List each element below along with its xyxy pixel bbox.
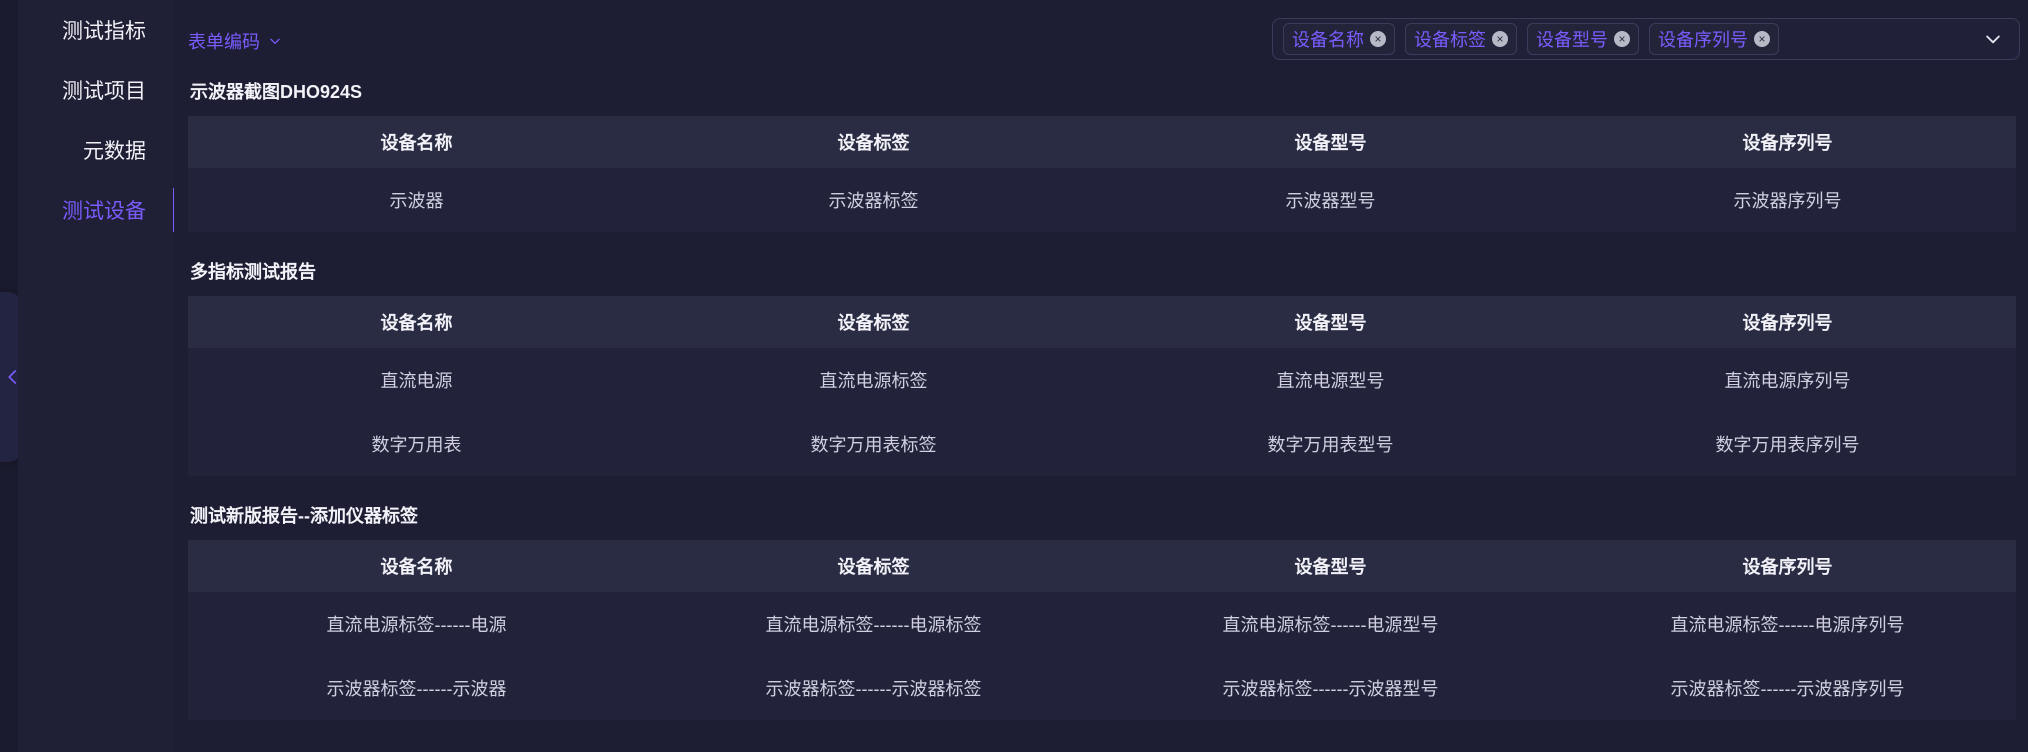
table-header-device-label: 设备标签	[645, 296, 1102, 348]
table-cell: 数字万用表序列号	[1559, 412, 2016, 476]
table-cell: 数字万用表型号	[1102, 412, 1559, 476]
table-row: 直流电源标签------电源 直流电源标签------电源标签 直流电源标签--…	[188, 592, 2016, 656]
section-title: 多指标测试报告	[190, 262, 316, 282]
main-content: 表单编码 设备名称 × 设备标签 × 设备型号 × 设备序列号 × 示波器截图D…	[174, 0, 2028, 752]
chevron-down-icon	[270, 38, 280, 44]
table-cell: 直流电源型号	[1102, 348, 1559, 412]
table-row: 数字万用表 数字万用表标签 数字万用表型号 数字万用表序列号	[188, 412, 2016, 476]
section-multi-indicator-report: 多指标测试报告 设备名称 设备标签 设备型号 设备序列号 直流电源 直流电源标签…	[188, 258, 2016, 476]
table-cell: 直流电源标签------电源	[188, 592, 645, 656]
section-new-report-add-instrument-tags: 测试新版报告--添加仪器标签 设备名称 设备标签 设备型号 设备序列号 直流电源…	[188, 502, 2016, 720]
sidebar-item-metadata[interactable]: 元数据	[18, 120, 174, 180]
tag-label: 设备型号	[1536, 30, 1608, 50]
section-title: 测试新版报告--添加仪器标签	[190, 506, 418, 526]
table-row: 示波器 示波器标签 示波器型号 示波器序列号	[188, 168, 2016, 232]
app-root: 测试指标 测试项目 元数据 测试设备 表单编码 设备名称 × 设备标签 × 设备…	[0, 0, 2028, 752]
table-cell: 直流电源标签------电源序列号	[1559, 592, 2016, 656]
column-tag-select[interactable]: 设备名称 × 设备标签 × 设备型号 × 设备序列号 ×	[1272, 18, 2020, 60]
close-icon[interactable]: ×	[1614, 31, 1630, 47]
table-header-row: 设备名称 设备标签 设备型号 设备序列号	[188, 116, 2016, 168]
table-header-device-serial: 设备序列号	[1559, 296, 2016, 348]
sidebar-item-test-projects[interactable]: 测试项目	[18, 60, 174, 120]
table-header-device-name: 设备名称	[188, 540, 645, 592]
device-table: 设备名称 设备标签 设备型号 设备序列号 直流电源 直流电源标签 直流电源型号 …	[188, 296, 2016, 476]
table-cell: 示波器序列号	[1559, 168, 2016, 232]
table-header-device-model: 设备型号	[1102, 296, 1559, 348]
table-header-device-label: 设备标签	[645, 540, 1102, 592]
tag-label: 设备标签	[1414, 30, 1486, 50]
table-header-device-model: 设备型号	[1102, 116, 1559, 168]
toolbar: 表单编码 设备名称 × 设备标签 × 设备型号 × 设备序列号 ×	[186, 18, 2020, 62]
table-cell: 示波器标签	[645, 168, 1102, 232]
table-cell: 直流电源序列号	[1559, 348, 2016, 412]
table-header-row: 设备名称 设备标签 设备型号 设备序列号	[188, 540, 2016, 592]
sidebar: 测试指标 测试项目 元数据 测试设备	[18, 0, 175, 752]
chevron-down-icon[interactable]	[1983, 29, 2003, 49]
table-header-device-label: 设备标签	[645, 116, 1102, 168]
tag-device-serial[interactable]: 设备序列号 ×	[1649, 23, 1779, 55]
table-row: 示波器标签------示波器 示波器标签------示波器标签 示波器标签---…	[188, 656, 2016, 720]
tag-device-model[interactable]: 设备型号 ×	[1527, 23, 1639, 55]
table-cell: 直流电源标签------电源标签	[645, 592, 1102, 656]
sidebar-item-test-devices[interactable]: 测试设备	[18, 180, 175, 240]
table-header-device-name: 设备名称	[188, 116, 645, 168]
table-cell: 直流电源	[188, 348, 645, 412]
sidebar-item-label: 元数据	[83, 140, 146, 163]
close-icon[interactable]: ×	[1754, 31, 1770, 47]
device-table: 设备名称 设备标签 设备型号 设备序列号 直流电源标签------电源 直流电源…	[188, 540, 2016, 720]
section-title: 示波器截图DHO924S	[190, 82, 363, 102]
table-cell: 数字万用表	[188, 412, 645, 476]
form-code-label: 表单编码	[188, 32, 260, 52]
tag-label: 设备序列号	[1658, 30, 1748, 50]
table-cell: 示波器标签------示波器	[188, 656, 645, 720]
sidebar-item-label: 测试设备	[62, 200, 146, 223]
table-cell: 示波器标签------示波器型号	[1102, 656, 1559, 720]
device-table: 设备名称 设备标签 设备型号 设备序列号 示波器 示波器标签 示波器型号 示波器…	[188, 116, 2016, 232]
tag-device-name[interactable]: 设备名称 ×	[1283, 23, 1395, 55]
sidebar-item-label: 测试指标	[62, 20, 146, 43]
close-icon[interactable]: ×	[1492, 31, 1508, 47]
table-row: 直流电源 直流电源标签 直流电源型号 直流电源序列号	[188, 348, 2016, 412]
tag-device-label[interactable]: 设备标签 ×	[1405, 23, 1517, 55]
close-icon[interactable]: ×	[1370, 31, 1386, 47]
sidebar-item-test-indicators[interactable]: 测试指标	[18, 0, 174, 60]
table-cell: 数字万用表标签	[645, 412, 1102, 476]
table-header-device-model: 设备型号	[1102, 540, 1559, 592]
table-header-device-serial: 设备序列号	[1559, 116, 2016, 168]
table-cell: 示波器	[188, 168, 645, 232]
table-cell: 示波器型号	[1102, 168, 1559, 232]
table-cell: 示波器标签------示波器序列号	[1559, 656, 2016, 720]
table-cell: 示波器标签------示波器标签	[645, 656, 1102, 720]
table-header-row: 设备名称 设备标签 设备型号 设备序列号	[188, 296, 2016, 348]
table-cell: 直流电源标签------电源型号	[1102, 592, 1559, 656]
table-header-device-name: 设备名称	[188, 296, 645, 348]
section-oscilloscope-screenshot: 示波器截图DHO924S 设备名称 设备标签 设备型号 设备序列号 示波器 示波…	[188, 78, 2016, 232]
tag-label: 设备名称	[1292, 30, 1364, 50]
table-cell: 直流电源标签	[645, 348, 1102, 412]
sidebar-item-label: 测试项目	[62, 80, 146, 103]
table-header-device-serial: 设备序列号	[1559, 540, 2016, 592]
form-code-dropdown[interactable]: 表单编码	[188, 28, 282, 54]
